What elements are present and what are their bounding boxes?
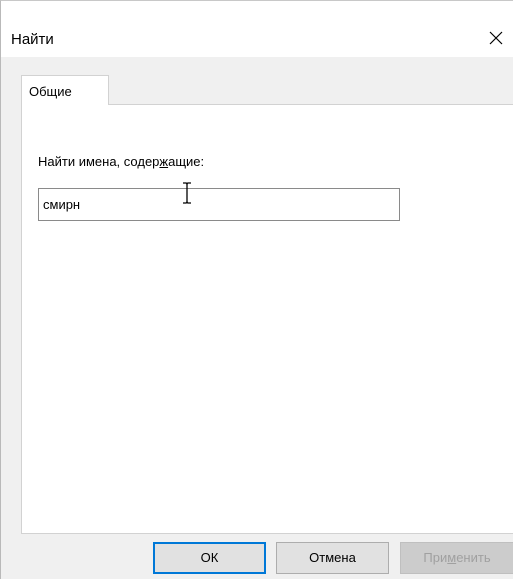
tab-general[interactable]: Общие bbox=[21, 75, 109, 105]
apply-button[interactable]: Применить bbox=[400, 542, 513, 574]
close-button[interactable] bbox=[478, 20, 513, 56]
cancel-button[interactable]: Отмена bbox=[276, 542, 389, 574]
tab-general-label: Общие bbox=[29, 84, 72, 99]
text-cursor-icon bbox=[183, 182, 191, 204]
search-label: Найти имена, содержащие: bbox=[38, 154, 205, 169]
search-input-value: смирн bbox=[43, 197, 81, 212]
ok-button[interactable]: ОК bbox=[153, 542, 266, 574]
find-dialog: Найти Общие Найти имена, содержащие: сми… bbox=[0, 0, 513, 579]
apply-button-accel: м bbox=[447, 550, 457, 565]
title-bar: Найти bbox=[1, 1, 513, 57]
close-icon bbox=[489, 31, 503, 45]
search-input[interactable]: смирн bbox=[38, 188, 400, 221]
window-title: Найти bbox=[11, 31, 54, 48]
search-label-accel: ж bbox=[159, 154, 169, 169]
